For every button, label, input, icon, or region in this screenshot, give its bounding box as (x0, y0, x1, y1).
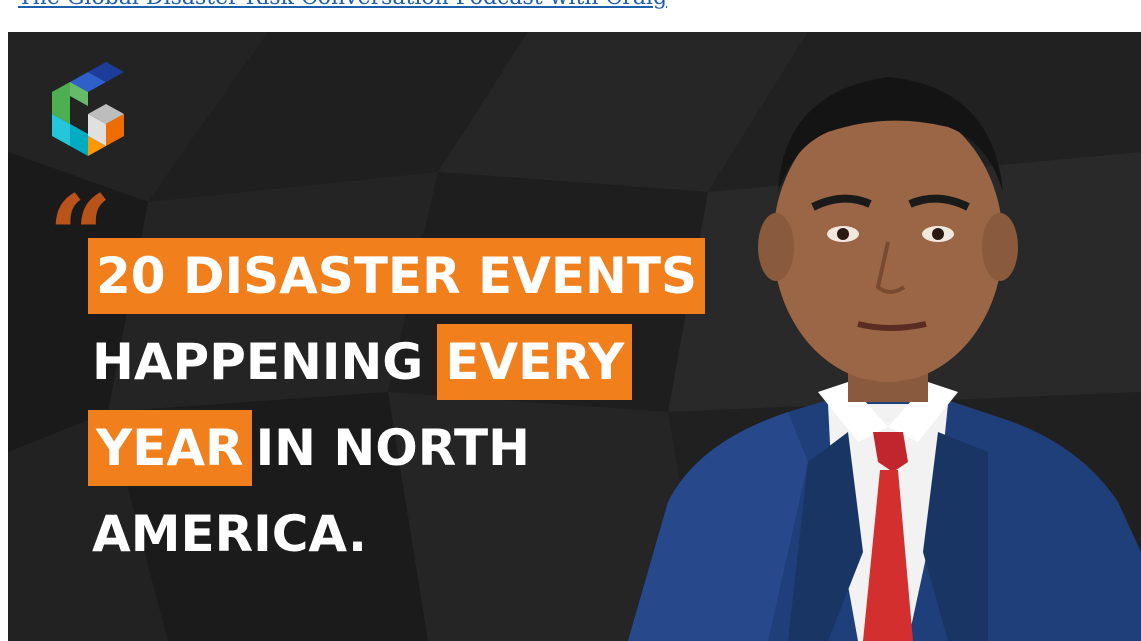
top-link-strip: The Global Disaster Risk Conversation Po… (0, 0, 1141, 32)
g-cube-logo (52, 62, 124, 156)
headline-text: HAPPENING (92, 333, 424, 391)
speaker-portrait (628, 77, 1141, 641)
podcast-title-link[interactable]: The Global Disaster Risk Conversation Po… (18, 0, 667, 10)
headline-highlight: EVERY (437, 324, 633, 400)
headline-text: IN NORTH (255, 419, 530, 477)
headline-highlight: YEAR (88, 410, 252, 486)
episode-banner: “ 20 DISASTER EVENTS HAPPENING EVERY YEAR… (8, 32, 1141, 641)
headline-text: AMERICA. (92, 505, 368, 563)
